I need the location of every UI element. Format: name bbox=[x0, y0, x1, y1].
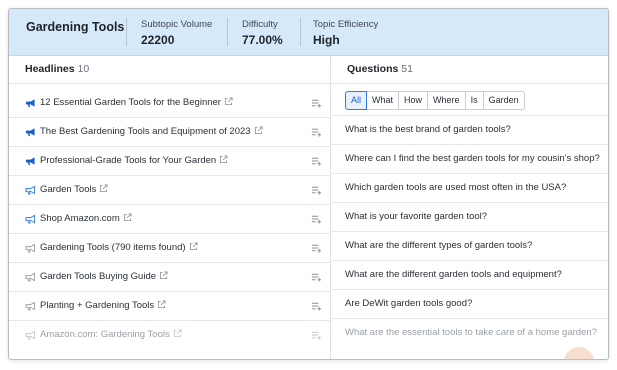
megaphone-icon bbox=[25, 243, 36, 253]
metric-divider bbox=[300, 18, 301, 46]
add-to-list-icon[interactable] bbox=[311, 98, 322, 108]
add-to-list-icon[interactable] bbox=[311, 185, 322, 195]
headline-link[interactable]: Gardening Tools (790 items found) bbox=[40, 234, 198, 262]
metric-value: 77.00% bbox=[242, 33, 283, 47]
topic-card: Gardening Tools Subtopic Volume 22200 Di… bbox=[8, 8, 609, 360]
headline-link[interactable]: Garden Tools Buying Guide bbox=[40, 263, 168, 291]
headline-text: Garden Tools bbox=[40, 184, 97, 195]
megaphone-icon bbox=[25, 330, 36, 340]
add-to-list-icon[interactable] bbox=[311, 214, 322, 224]
headline-row[interactable]: The Best Gardening Tools and Equipment o… bbox=[9, 118, 330, 147]
metric-topic-efficiency: Topic Efficiency High bbox=[300, 9, 420, 55]
external-link-icon[interactable] bbox=[254, 126, 263, 135]
add-to-list-icon[interactable] bbox=[311, 243, 322, 253]
megaphone-icon bbox=[25, 99, 35, 108]
megaphone-icon bbox=[25, 214, 36, 224]
question-row[interactable]: Are DeWit garden tools good? bbox=[331, 290, 608, 319]
add-to-list-icon[interactable] bbox=[311, 301, 322, 311]
question-row[interactable]: What is your favorite garden tool? bbox=[331, 203, 608, 232]
questions-title: Questions bbox=[347, 63, 399, 75]
question-row[interactable]: What is the best brand of garden tools? bbox=[331, 116, 608, 145]
questions-heading: Questions 51 bbox=[331, 56, 608, 84]
headline-text: Garden Tools Buying Guide bbox=[40, 271, 157, 282]
headline-text: Gardening Tools (790 items found) bbox=[40, 242, 186, 253]
metric-label: Topic Efficiency bbox=[313, 19, 379, 30]
topic-title: Gardening Tools bbox=[26, 20, 125, 34]
questions-count: 51 bbox=[401, 63, 413, 75]
megaphone-icon bbox=[25, 157, 35, 166]
question-row[interactable]: Which garden tools are used most often i… bbox=[331, 174, 608, 203]
question-filter-bar: All What How Where Is Garden bbox=[331, 84, 608, 116]
headline-link[interactable]: Shop Amazon.com bbox=[40, 205, 132, 233]
headline-link[interactable]: 12 Essential Garden Tools for the Beginn… bbox=[40, 89, 233, 117]
metric-value: High bbox=[313, 33, 340, 47]
headlines-panel: Headlines 10 12 Essential Garden Tools f… bbox=[9, 56, 330, 359]
headline-text: The Best Gardening Tools and Equipment o… bbox=[40, 126, 251, 137]
megaphone-icon bbox=[25, 301, 36, 311]
metric-subtopic-volume: Subtopic Volume 22200 bbox=[126, 9, 226, 55]
megaphone-icon bbox=[25, 128, 35, 137]
topic-header: Gardening Tools Subtopic Volume 22200 Di… bbox=[9, 9, 608, 56]
question-row[interactable]: What are the essential tools to take car… bbox=[331, 319, 608, 347]
metric-divider bbox=[227, 18, 228, 46]
headline-text: Planting + Gardening Tools bbox=[40, 300, 155, 311]
megaphone-icon bbox=[25, 185, 36, 195]
questions-panel: Questions 51 All What How Where Is Garden Wha… bbox=[331, 56, 608, 359]
headline-link[interactable]: The Best Gardening Tools and Equipment o… bbox=[40, 118, 263, 146]
filter-chip-is[interactable]: Is bbox=[465, 91, 484, 110]
external-link-icon[interactable] bbox=[123, 213, 132, 222]
external-link-icon[interactable] bbox=[173, 329, 182, 338]
headline-row[interactable]: Garden Tools Buying Guide bbox=[9, 263, 330, 292]
metric-value: 22200 bbox=[141, 33, 175, 47]
metric-divider bbox=[126, 18, 127, 46]
question-row[interactable]: What are the different types of garden t… bbox=[331, 232, 608, 261]
headline-row[interactable]: Gardening Tools (790 items found) bbox=[9, 234, 330, 263]
add-to-list-icon[interactable] bbox=[311, 330, 322, 340]
headline-text: Amazon.com: Gardening Tools bbox=[40, 329, 170, 340]
metric-label: Subtopic Volume bbox=[141, 19, 213, 30]
headline-row[interactable]: Professional-Grade Tools for Your Garden bbox=[9, 147, 330, 176]
filter-chip-all[interactable]: All bbox=[345, 91, 368, 110]
question-list: What is the best brand of garden tools? W… bbox=[331, 116, 608, 347]
external-link-icon[interactable] bbox=[189, 242, 198, 251]
filter-chip-what[interactable]: What bbox=[367, 91, 400, 110]
headline-link[interactable]: Garden Tools bbox=[40, 176, 108, 204]
add-to-list-icon[interactable] bbox=[311, 127, 322, 137]
external-link-icon[interactable] bbox=[157, 300, 166, 309]
filter-chip-how[interactable]: How bbox=[399, 91, 429, 110]
headline-link[interactable]: Amazon.com: Gardening Tools bbox=[40, 321, 182, 349]
question-row[interactable]: What are the different garden tools and … bbox=[331, 261, 608, 290]
metric-label: Difficulty bbox=[242, 19, 278, 30]
headline-row[interactable]: Shop Amazon.com bbox=[9, 205, 330, 234]
filter-chip-where[interactable]: Where bbox=[428, 91, 466, 110]
headlines-count: 10 bbox=[77, 63, 90, 75]
add-to-list-icon[interactable] bbox=[311, 272, 322, 282]
headline-row[interactable]: 12 Essential Garden Tools for the Beginn… bbox=[9, 89, 330, 118]
headline-row[interactable]: Planting + Gardening Tools bbox=[9, 292, 330, 321]
headline-link[interactable]: Professional-Grade Tools for Your Garden bbox=[40, 147, 228, 175]
headline-row[interactable]: Amazon.com: Gardening Tools bbox=[9, 321, 330, 349]
megaphone-icon bbox=[25, 272, 36, 282]
external-link-icon[interactable] bbox=[159, 271, 168, 280]
add-to-list-icon[interactable] bbox=[311, 156, 322, 166]
headline-text: Shop Amazon.com bbox=[40, 213, 120, 224]
headlines-heading: Headlines 10 bbox=[9, 56, 330, 84]
external-link-icon[interactable] bbox=[219, 155, 228, 164]
headline-text: Professional-Grade Tools for Your Garden bbox=[40, 155, 217, 166]
external-link-icon[interactable] bbox=[99, 184, 108, 193]
question-row[interactable]: Where can I find the best garden tools f… bbox=[331, 145, 608, 174]
headline-text: 12 Essential Garden Tools for the Beginn… bbox=[40, 97, 221, 108]
headlines-title: Headlines bbox=[25, 63, 75, 75]
question-filter-group: All What How Where Is Garden bbox=[345, 91, 525, 110]
metric-difficulty: Difficulty 77.00% bbox=[227, 9, 307, 55]
external-link-icon[interactable] bbox=[224, 97, 233, 106]
headline-list: 12 Essential Garden Tools for the Beginn… bbox=[9, 89, 330, 349]
filter-chip-garden[interactable]: Garden bbox=[483, 91, 525, 110]
headline-row[interactable]: Garden Tools bbox=[9, 176, 330, 205]
headline-link[interactable]: Planting + Gardening Tools bbox=[40, 292, 166, 320]
